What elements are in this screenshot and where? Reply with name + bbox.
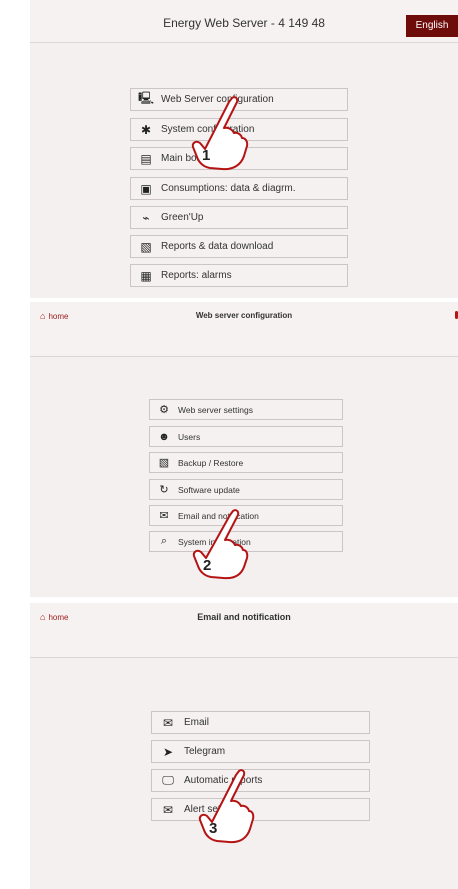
menu-item-label: Web server settings (178, 404, 253, 415)
update-icon: ↻ (159, 484, 169, 496)
backup-icon: ▧ (158, 457, 170, 469)
chart-icon: ▣ (140, 181, 152, 196)
pointing-hand-icon: 2 (192, 509, 249, 580)
menu-item-consumptions[interactable]: ▣ Consumptions: data & diagrm. (130, 177, 348, 200)
search-icon: ⌕ (160, 535, 168, 547)
monitor-report-icon: 🖵 (162, 773, 174, 787)
header-bar: ⌂ home Web server configuration (30, 302, 458, 357)
monitor-gear-icon: 🖳 (137, 91, 154, 105)
board-icon: ▤ (140, 151, 152, 166)
menu-item-label: Users (178, 431, 201, 442)
mail-gear-icon: ✉ (162, 802, 174, 817)
menu-item-software-update[interactable]: ↻ Software update (149, 479, 343, 500)
mail-clock-icon: ✉ (159, 510, 169, 522)
menu-item-backup-restore[interactable]: ▧ Backup / Restore (149, 452, 343, 473)
menu-item-label: Software update (178, 484, 240, 495)
telegram-icon: ➤ (162, 744, 174, 759)
menu-item-users[interactable]: ☻ Users (149, 426, 343, 447)
menu-item-reports-data-download[interactable]: ▧ Reports & data download (130, 235, 348, 258)
menu-item-label: Green'Up (161, 212, 204, 223)
step-number: 2 (203, 557, 211, 574)
menu-item-label: Backup / Restore (178, 457, 244, 468)
gears-icon: ✱ (140, 122, 152, 137)
pointing-hand-icon: 3 (198, 769, 255, 844)
report-icon: ▧ (140, 239, 152, 254)
language-button[interactable]: English (406, 15, 458, 37)
menu-item-telegram[interactable]: ➤ Telegram (151, 740, 370, 763)
pointing-hand-icon: 1 (191, 96, 249, 171)
menu-item-greenup[interactable]: ⌁ Green'Up (130, 206, 348, 229)
step-number: 1 (202, 147, 210, 164)
menu-item-alert-settings[interactable]: ✉ Alert settings (151, 798, 370, 821)
menu-item-label: Email (184, 717, 210, 728)
menu-item-email[interactable]: ✉ Email (151, 711, 370, 734)
page-title: Energy Web Server - 4 149 48 (163, 16, 325, 30)
car-icon: ⌁ (142, 210, 150, 225)
menu-item-reports-alarms[interactable]: ▦ Reports: alarms (130, 264, 348, 287)
page-title: Web server configuration (195, 311, 293, 320)
step-number: 3 (209, 820, 217, 837)
menu-item-automatic-reports[interactable]: 🖵 Automatic reports (151, 769, 370, 792)
header-bar: Energy Web Server - 4 149 48 English (30, 0, 458, 43)
menu-item-label: Reports & data download (161, 241, 274, 252)
menu-item-label: Reports: alarms (161, 270, 232, 281)
page-title: Email and notification (197, 612, 291, 622)
gear-icon: ⚙ (159, 404, 169, 416)
users-icon: ☻ (158, 430, 170, 443)
menu-item-label: Telegram (184, 746, 226, 757)
menu-item-label: Consumptions: data & diagrm. (161, 183, 296, 194)
alarm-report-icon: ▦ (140, 268, 152, 283)
envelope-icon: ✉ (162, 715, 174, 730)
menu-item-web-server-settings[interactable]: ⚙ Web server settings (149, 399, 343, 420)
header-bar: ⌂ home Email and notification (30, 603, 458, 658)
